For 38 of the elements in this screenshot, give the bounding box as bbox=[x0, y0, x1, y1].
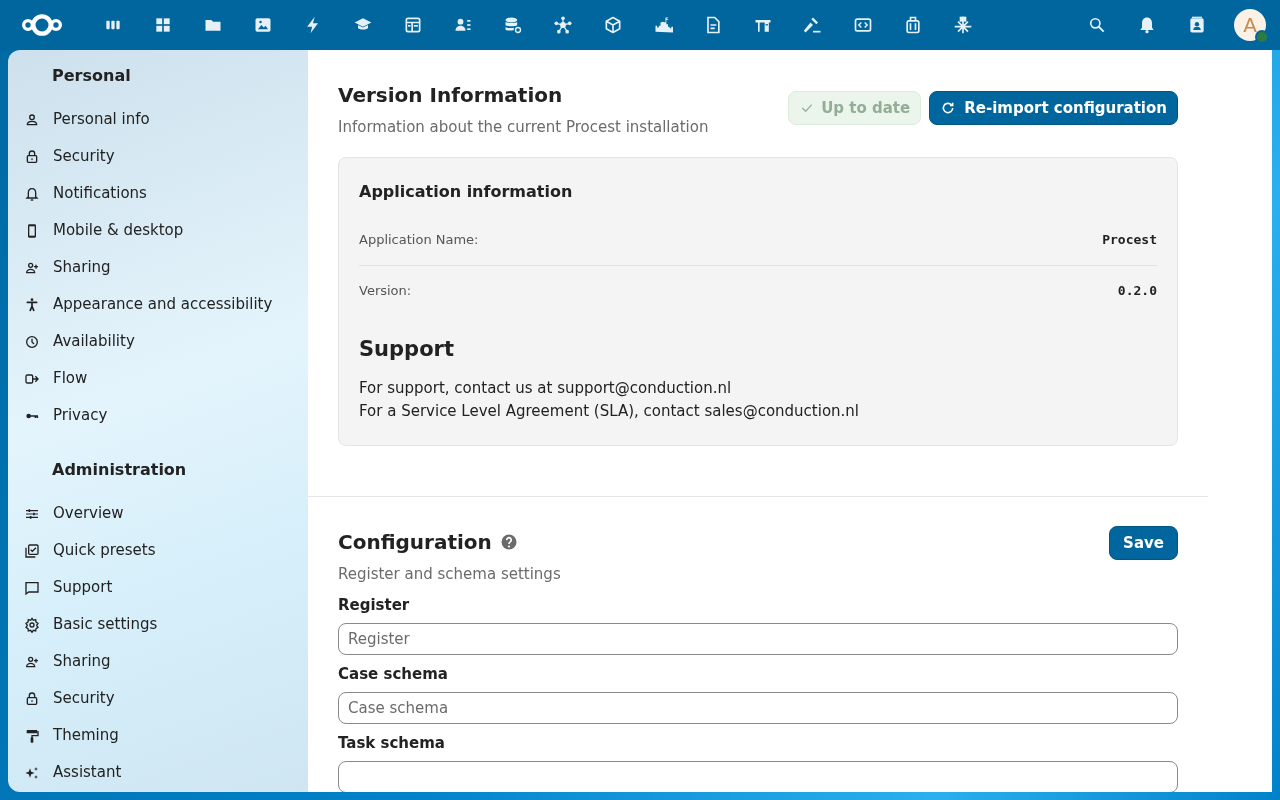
sidebar-item[interactable]: Sharing bbox=[8, 249, 308, 286]
info-label: Version: bbox=[359, 281, 413, 300]
field-label: Register bbox=[338, 594, 411, 615]
sidebar-item[interactable]: Assistant bbox=[8, 754, 308, 791]
section-heading: Administration bbox=[51, 459, 188, 481]
sidebar-item[interactable]: Basic settings bbox=[8, 606, 308, 643]
sidebar-item[interactable]: Theming bbox=[8, 717, 308, 754]
section-heading: Personal bbox=[51, 65, 132, 87]
sidebar-item[interactable]: Privacy bbox=[8, 397, 308, 434]
sidebar-item[interactable]: Flow bbox=[8, 360, 308, 397]
info-value: Procest bbox=[1102, 231, 1157, 250]
sidebar-item[interactable]: Overview bbox=[8, 495, 308, 532]
support-text: For a Service Level Agreement (SLA), contact sales@conduction.nl bbox=[359, 401, 861, 422]
section-title: Version Information bbox=[338, 82, 564, 108]
sidebar-item[interactable]: Sharing bbox=[8, 643, 308, 680]
save-button[interactable]: Save bbox=[1109, 526, 1178, 560]
card-title: Application information bbox=[359, 180, 574, 203]
sidebar-item[interactable]: Personal info bbox=[8, 101, 308, 138]
input-field[interactable]: Case schema bbox=[338, 691, 1178, 724]
sidebar-item[interactable]: Support bbox=[8, 569, 308, 606]
reimport-button[interactable]: Re-import configuration bbox=[929, 91, 1178, 125]
section-description: Information about the current Procest installation bbox=[338, 117, 710, 138]
info-value: 0.2.0 bbox=[1117, 281, 1157, 300]
support-text: For support, contact us at support@conduction.nl bbox=[359, 378, 733, 399]
field-label: Task schema bbox=[338, 732, 446, 753]
sidebar-item[interactable]: Availability bbox=[8, 323, 308, 360]
input-field[interactable]: Register bbox=[338, 622, 1178, 655]
sidebar-item[interactable]: Appearance and accessibility bbox=[8, 286, 308, 323]
sidebar-item[interactable]: Security bbox=[8, 138, 308, 175]
section-title: Configuration bbox=[338, 529, 492, 555]
sidebar-item[interactable]: Mobile & desktop bbox=[8, 212, 308, 249]
info-label: Application Name: bbox=[359, 231, 480, 250]
sidebar-item[interactable]: Security bbox=[8, 680, 308, 717]
sidebar-item[interactable]: Quick presets bbox=[8, 532, 308, 569]
sidebar-item[interactable]: Notifications bbox=[8, 175, 308, 212]
field-label: Case schema bbox=[338, 663, 449, 684]
support-heading: Support bbox=[359, 335, 455, 363]
section-description: Register and schema settings bbox=[338, 564, 562, 585]
